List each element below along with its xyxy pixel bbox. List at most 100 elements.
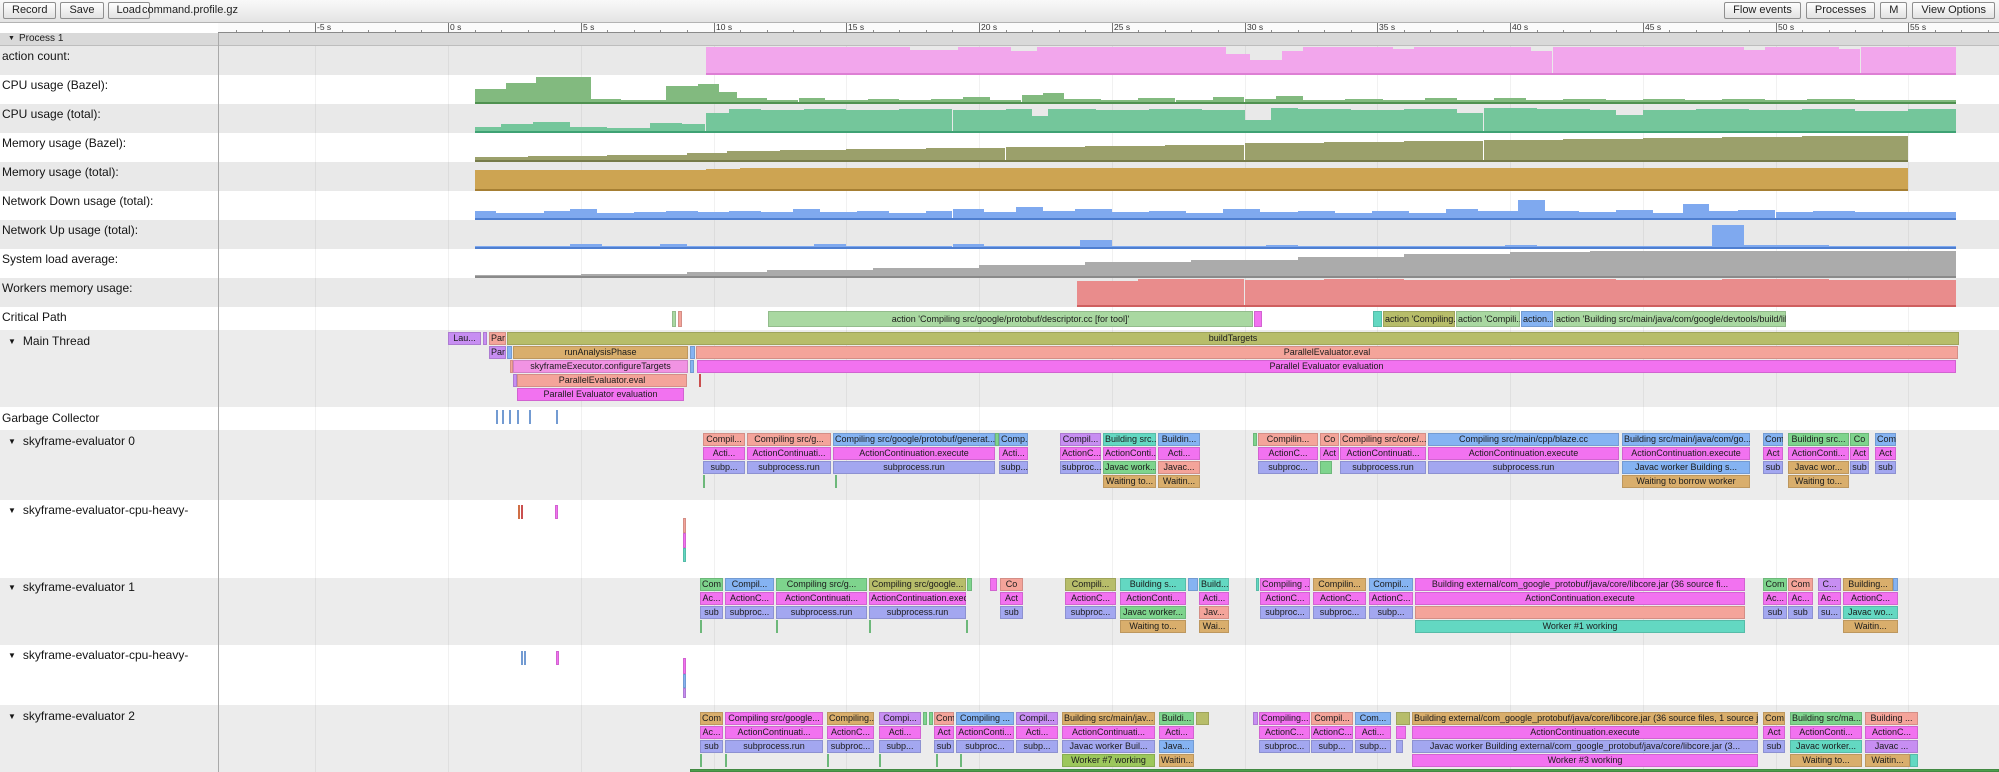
trace-event-evaluator2-r4[interactable]: Worker #3 working <box>1412 754 1758 767</box>
trace-event-evaluator2-r1[interactable]: Compiling... <box>1259 712 1310 725</box>
trace-event-evaluator0-r3[interactable]: subprocess.run <box>1428 461 1619 474</box>
sidebar-label-skyframe-evaluator-cpu-heavy[interactable]: ▼skyframe-evaluator-cpu-heavy- <box>8 648 188 662</box>
trace-event-evaluator1-r1[interactable]: Compil... <box>725 578 774 591</box>
trace-event-evaluator2-r1[interactable]: Building src/ma... <box>1790 712 1862 725</box>
trace-event-main-thread-r1[interactable]: Lau... <box>448 332 481 345</box>
trace-event-evaluator2-r1[interactable]: Compil... <box>1016 712 1058 725</box>
trace-event-evaluator2-r1[interactable]: Building ... <box>1865 712 1918 725</box>
trace-sliver-evaluator1-r1[interactable] <box>990 578 997 591</box>
trace-sliver-cpu-heavy2-line-b[interactable] <box>683 674 686 688</box>
trace-event-evaluator1-r1[interactable]: Compiling src/google... <box>869 578 966 591</box>
trace-sliver-evaluator1-r1[interactable] <box>1893 578 1898 591</box>
trace-event-evaluator1-r1[interactable]: Com <box>1788 578 1813 591</box>
trace-sliver-garbage-collector[interactable] <box>529 410 531 424</box>
trace-event-evaluator1-r2[interactable]: Ac... <box>1763 592 1787 605</box>
trace-sliver-cpu-heavy1-ticks[interactable] <box>518 505 520 519</box>
trace-event-evaluator2-r1[interactable]: Building external/com_google_protobuf/ja… <box>1412 712 1758 725</box>
trace-event-evaluator2-r3[interactable]: Javac ... <box>1865 740 1918 753</box>
sidebar-label-skyframe-evaluator-1[interactable]: ▼skyframe-evaluator 1 <box>8 580 135 594</box>
trace-event-evaluator2-r1[interactable]: Building src/main/jav... <box>1062 712 1155 725</box>
trace-event-evaluator1-r1[interactable]: Build... <box>1199 578 1229 591</box>
trace-event-main-thread-r2[interactable]: Par <box>489 346 506 359</box>
trace-sliver-evaluator2-r3[interactable] <box>1396 740 1403 753</box>
trace-event-evaluator2-r2[interactable]: Acti... <box>1159 726 1194 739</box>
trace-event-evaluator0-r3[interactable]: sub <box>1875 461 1896 474</box>
trace-event-evaluator2-r4[interactable]: Waiting to... <box>1790 754 1862 767</box>
process-header[interactable]: ▼Process 1 <box>0 33 1999 46</box>
trace-event-evaluator0-r1[interactable]: Com <box>1875 433 1896 446</box>
trace-event-evaluator1-r2[interactable]: Acti... <box>1199 592 1229 605</box>
trace-event-evaluator0-r1[interactable]: Compil... <box>1060 433 1101 446</box>
trace-event-evaluator0-r2[interactable]: Act <box>1875 447 1896 460</box>
trace-event-critical-path[interactable]: action 'Compiling... <box>1383 311 1455 327</box>
trace-sliver-cpu-heavy2-line-a[interactable] <box>683 658 686 674</box>
trace-event-evaluator1-r1[interactable]: Building... <box>1843 578 1893 591</box>
trace-event-evaluator0-r2[interactable]: ActionContinuation.execute <box>1428 447 1619 460</box>
trace-event-evaluator1-r4[interactable]: Waitin... <box>1843 620 1898 633</box>
trace-event-evaluator1-r2[interactable]: ActionContinuation.execute <box>1415 592 1745 605</box>
trace-event-evaluator1-r2[interactable]: ActionContinuati... <box>776 592 867 605</box>
trace-event-evaluator0-r3[interactable]: Javac worker Building s... <box>1622 461 1750 474</box>
trace-event-evaluator0-r2[interactable]: Acti... <box>999 447 1028 460</box>
trace-sliver-main-thread-r2[interactable] <box>690 346 695 359</box>
trace-event-evaluator0-r2[interactable]: ActionC... <box>1060 447 1101 460</box>
trace-event-evaluator0-r3[interactable]: Javac... <box>1158 461 1200 474</box>
trace-event-evaluator2-r3[interactable]: Javac worker Building external/com_googl… <box>1412 740 1758 753</box>
trace-sliver-cpu-heavy2-ticks[interactable] <box>521 651 523 665</box>
trace-event-evaluator2-r4[interactable]: Worker #7 working <box>1062 754 1155 767</box>
trace-event-evaluator2-r3[interactable]: subp... <box>1311 740 1353 753</box>
trace-event-evaluator2-r3[interactable]: subp... <box>879 740 921 753</box>
trace-sliver-critical-path[interactable] <box>1254 311 1262 327</box>
trace-sliver-evaluator2-r1[interactable] <box>929 712 933 725</box>
trace-event-evaluator1-r4[interactable]: Wai... <box>1199 620 1229 633</box>
trace-event-evaluator1-r2[interactable]: ActionC... <box>1313 592 1366 605</box>
trace-sliver-evaluator2-r4[interactable] <box>827 754 829 767</box>
trace-event-evaluator2-r2[interactable]: ActionC... <box>1259 726 1310 739</box>
trace-event-evaluator0-r1[interactable]: Co <box>1850 433 1869 446</box>
trace-event-evaluator2-r1[interactable]: Compil... <box>1311 712 1353 725</box>
trace-event-evaluator0-r1[interactable]: Comp... <box>999 433 1028 446</box>
trace-sliver-cpu-heavy1-line-b[interactable] <box>683 533 686 548</box>
trace-event-evaluator2-r3[interactable]: subp... <box>1016 740 1058 753</box>
trace-sliver-critical-path[interactable] <box>1373 311 1382 327</box>
time-ruler[interactable] <box>218 22 1999 33</box>
trace-event-evaluator1-r2[interactable]: ActionC... <box>1260 592 1310 605</box>
trace-event-evaluator1-r3[interactable]: sub <box>700 606 723 619</box>
trace-event-evaluator1-r3[interactable]: sub <box>1000 606 1023 619</box>
trace-event-evaluator2-r2[interactable]: ActionConti... <box>1790 726 1862 739</box>
trace-event-evaluator1-r2[interactable]: ActionC... <box>1369 592 1413 605</box>
trace-event-evaluator0-r2[interactable]: ActionContinuati... <box>1340 447 1426 460</box>
trace-event-evaluator0-r2[interactable]: ActionContinuation.execute <box>1622 447 1750 460</box>
trace-event-evaluator0-r1[interactable]: Compiling src/core/... <box>1340 433 1426 446</box>
trace-event-evaluator0-r3[interactable]: Javac wor... <box>1788 461 1849 474</box>
trace-event-evaluator2-r2[interactable]: Act <box>934 726 954 739</box>
processes-button[interactable]: Processes <box>1806 2 1875 19</box>
trace-event-evaluator2-r2[interactable]: Ac... <box>700 726 723 739</box>
trace-sliver-evaluator1-r4[interactable] <box>869 620 871 633</box>
trace-sliver-main-thread-r3[interactable] <box>690 360 694 373</box>
trace-event-evaluator2-r3[interactable]: Javac worker... <box>1790 740 1862 753</box>
sidebar-label-skyframe-evaluator-cpu-heavy[interactable]: ▼skyframe-evaluator-cpu-heavy- <box>8 503 188 517</box>
trace-event-evaluator2-r3[interactable]: sub <box>700 740 723 753</box>
save-button[interactable]: Save <box>60 2 103 19</box>
trace-event-evaluator2-r1[interactable]: Com <box>934 712 954 725</box>
trace-event-evaluator2-r2[interactable]: Acti... <box>1016 726 1058 739</box>
trace-event-evaluator1-r3[interactable]: Jav... <box>1199 606 1229 619</box>
trace-event-evaluator1-r2[interactable]: Act <box>1000 592 1023 605</box>
trace-sliver-garbage-collector[interactable] <box>509 410 511 424</box>
sidebar-label-skyframe-evaluator-0[interactable]: ▼skyframe-evaluator 0 <box>8 434 135 448</box>
trace-event-evaluator0-r3[interactable]: subp... <box>999 461 1028 474</box>
trace-sliver-cpu-heavy1-line-c[interactable] <box>683 548 686 562</box>
trace-event-evaluator0-r2[interactable]: ActionC... <box>1258 447 1318 460</box>
trace-event-evaluator2-r2[interactable]: ActionC... <box>827 726 874 739</box>
trace-event-evaluator2-r2[interactable]: ActionConti... <box>956 726 1014 739</box>
trace-event-evaluator2-r3[interactable]: subproc... <box>827 740 874 753</box>
trace-event-evaluator1-r3[interactable]: su... <box>1818 606 1841 619</box>
trace-sliver-evaluator1-r4[interactable] <box>966 620 968 633</box>
trace-event-main-thread-r2[interactable]: runAnalysisPhase <box>513 346 688 359</box>
trace-event-evaluator1-r1[interactable]: Co <box>1000 578 1023 591</box>
trace-event-evaluator0-r2[interactable]: Acti... <box>1158 447 1200 460</box>
trace-sliver-evaluator2-r4[interactable] <box>879 754 881 767</box>
trace-event-evaluator2-r3[interactable]: sub <box>934 740 954 753</box>
trace-sliver-cpu-heavy1-line-a[interactable] <box>683 518 686 533</box>
